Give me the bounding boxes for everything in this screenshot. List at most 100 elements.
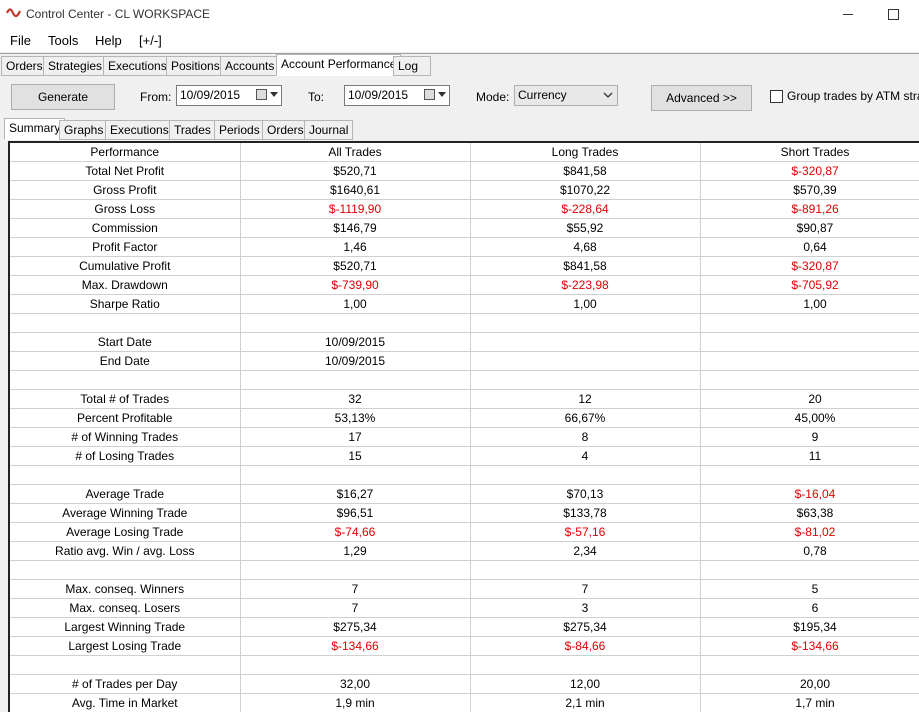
tab-log[interactable]: Log [393, 56, 431, 76]
metric-label [10, 313, 241, 333]
to-label: To: [308, 90, 325, 104]
column-header[interactable]: Long Trades [470, 143, 701, 162]
table-row[interactable]: Start Date 10/09/2015 [10, 332, 919, 352]
metric-value: 1,00 [700, 294, 919, 314]
performance-grid[interactable]: Performance All Trades Long Trades Short Tr… [8, 141, 919, 712]
metric-value: 2,1 min [470, 693, 701, 712]
subtab-periods[interactable]: Periods [214, 120, 265, 140]
table-row[interactable] [10, 655, 919, 675]
chevron-down-icon[interactable] [270, 92, 278, 97]
metric-value: $1640,61 [240, 180, 471, 200]
metric-value: 7 [470, 579, 701, 599]
metric-value: 3 [470, 598, 701, 618]
to-date-value: 10/09/2015 [348, 88, 409, 102]
table-row[interactable] [10, 560, 919, 580]
table-row[interactable]: Gross Profit $1640,61 $1070,22 $570,39 [10, 180, 919, 200]
metric-label: End Date [10, 351, 241, 371]
advanced-button[interactable]: Advanced >> [651, 85, 752, 111]
table-row[interactable]: Largest Losing Trade $-134,66 $-84,66 $-134… [10, 636, 919, 656]
subtab-graphs[interactable]: Graphs [59, 120, 109, 140]
app-logo-icon [6, 8, 22, 18]
table-row[interactable]: Avg. Time in Market 1,9 min 2,1 min 1,7 min [10, 693, 919, 712]
metric-label: Cumulative Profit [10, 256, 241, 276]
metric-label: Max. Drawdown [10, 275, 241, 295]
table-row[interactable]: Ratio avg. Win / avg. Loss 1,29 2,34 0,78 [10, 541, 919, 561]
metric-label [10, 370, 241, 390]
tab-orders[interactable]: Orders [1, 56, 48, 76]
menu-tools[interactable]: Tools [48, 33, 78, 48]
table-row[interactable]: Sharpe Ratio 1,00 1,00 1,00 [10, 294, 919, 314]
tab-account-performance[interactable]: Account Performance [276, 54, 402, 76]
column-header[interactable]: Short Trades [700, 143, 919, 162]
tab-strategies[interactable]: Strategies [43, 56, 108, 76]
table-row[interactable] [10, 370, 919, 390]
table-row[interactable]: End Date 10/09/2015 [10, 351, 919, 371]
table-row[interactable]: # of Winning Trades 17 8 9 [10, 427, 919, 447]
metric-label: Max. conseq. Losers [10, 598, 241, 618]
metric-value [470, 465, 701, 485]
tab-accounts[interactable]: Accounts [220, 56, 280, 76]
table-row[interactable]: Profit Factor 1,46 4,68 0,64 [10, 237, 919, 257]
table-row[interactable]: Max. conseq. Winners 7 7 5 [10, 579, 919, 599]
column-header[interactable]: All Trades [240, 143, 471, 162]
table-row[interactable]: Average Losing Trade $-74,66 $-57,16 $-81,0… [10, 522, 919, 542]
metric-value: $-84,66 [470, 636, 701, 656]
group-trades-checkbox[interactable] [770, 90, 783, 103]
metric-label [10, 655, 241, 675]
metric-label [10, 560, 241, 580]
metric-value: $-320,87 [700, 256, 919, 276]
subtab-summary[interactable]: Summary [4, 118, 66, 140]
metric-value: $-228,64 [470, 199, 701, 219]
metric-value: 66,67% [470, 408, 701, 428]
table-row[interactable]: Total Net Profit $520,71 $841,58 $-320,87 [10, 161, 919, 181]
maximize-icon [887, 8, 899, 20]
table-row[interactable]: Percent Profitable 53,13% 66,67% 45,00% [10, 408, 919, 428]
metric-value: $841,58 [470, 256, 701, 276]
metric-value: $-739,90 [240, 275, 471, 295]
from-date-value: 10/09/2015 [180, 88, 241, 102]
subtab-orders[interactable]: Orders [262, 120, 309, 140]
table-row[interactable]: Largest Winning Trade $275,34 $275,34 $195,… [10, 617, 919, 637]
calendar-icon[interactable] [256, 89, 267, 100]
table-row[interactable]: # of Trades per Day 32,00 12,00 20,00 [10, 674, 919, 694]
metric-label: Average Losing Trade [10, 522, 241, 542]
table-row[interactable]: # of Losing Trades 15 4 11 [10, 446, 919, 466]
menu-toggle[interactable]: [+/-] [139, 33, 162, 48]
minimize-icon [843, 13, 853, 15]
table-row[interactable]: Gross Loss $-1119,90 $-228,64 $-891,26 [10, 199, 919, 219]
metric-value [700, 351, 919, 371]
subtab-journal[interactable]: Journal [304, 120, 354, 140]
table-row[interactable]: Average Trade $16,27 $70,13 $-16,04 [10, 484, 919, 504]
table-row[interactable]: Max. conseq. Losers 7 3 6 [10, 598, 919, 618]
table-row[interactable]: Average Winning Trade $96,51 $133,78 $63,38 [10, 503, 919, 523]
table-row[interactable]: Total # of Trades 32 12 20 [10, 389, 919, 409]
chevron-down-icon[interactable] [438, 92, 446, 97]
table-row[interactable] [10, 465, 919, 485]
metric-value: $841,58 [470, 161, 701, 181]
tab-positions[interactable]: Positions [166, 56, 225, 76]
from-date-picker[interactable]: 10/09/2015 [176, 85, 282, 106]
metric-value: 4 [470, 446, 701, 466]
column-header[interactable]: Performance [10, 143, 241, 162]
menu-help[interactable]: Help [95, 33, 122, 48]
metric-value: 9 [700, 427, 919, 447]
table-row[interactable] [10, 313, 919, 333]
mode-select[interactable]: Currency [514, 85, 618, 106]
table-row[interactable]: Max. Drawdown $-739,90 $-223,98 $-705,92 [10, 275, 919, 295]
minimize-button[interactable] [833, 4, 863, 24]
metric-value [700, 332, 919, 352]
tab-executions[interactable]: Executions [103, 56, 172, 76]
to-date-picker[interactable]: 10/09/2015 [344, 85, 450, 106]
maximize-button[interactable] [878, 4, 908, 24]
menu-file[interactable]: File [10, 33, 31, 48]
metric-value: $570,39 [700, 180, 919, 200]
subtab-trades[interactable]: Trades [169, 120, 216, 140]
table-row[interactable]: Commission $146,79 $55,92 $90,87 [10, 218, 919, 238]
generate-button[interactable]: Generate [11, 84, 115, 110]
table-row[interactable]: Cumulative Profit $520,71 $841,58 $-320,87 [10, 256, 919, 276]
calendar-icon[interactable] [424, 89, 435, 100]
subtab-executions[interactable]: Executions [105, 120, 174, 140]
metric-value: $-81,02 [700, 522, 919, 542]
metric-label: Total # of Trades [10, 389, 241, 409]
metric-label: Start Date [10, 332, 241, 352]
